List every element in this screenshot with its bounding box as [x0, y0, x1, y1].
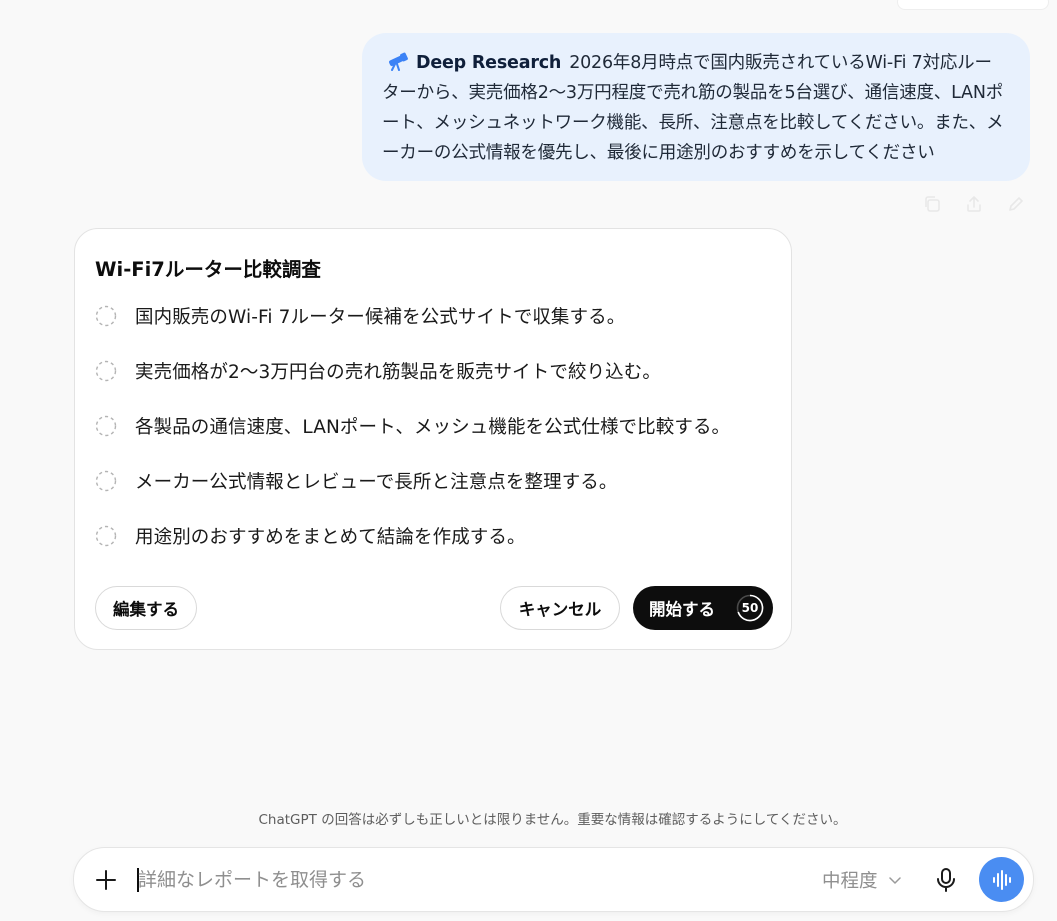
telescope-icon: [389, 52, 408, 71]
pending-circle-icon: [95, 525, 117, 546]
disclaimer-text: ChatGPT の回答は必ずしも正しいとは限りません。重要な情報は確認するように…: [258, 812, 847, 828]
plan-step: メーカー公式情報とレビューで長所と注意点を整理する。: [95, 462, 730, 517]
copy-icon: [925, 196, 940, 212]
plan-step: 各製品の通信速度、LANポート、メッシュ機能を公式仕様で比較する。: [95, 407, 730, 462]
voice-waveform-icon: [992, 869, 1011, 890]
start-button-label: 開始する: [649, 600, 715, 619]
prompt-input[interactable]: [138, 862, 738, 898]
start-research-button[interactable]: 開始する 50: [633, 586, 773, 630]
plan-step-list: 国内販売のWi-Fi 7ルーター候補を公式サイトで収集する。 実売価格が2〜3万…: [95, 297, 730, 572]
plan-step-text: 各製品の通信速度、LANポート、メッシュ機能を公式仕様で比較する。: [135, 416, 731, 438]
plan-step: 用途別のおすすめをまとめて結論を作成する。: [95, 517, 730, 572]
plan-step: 国内販売のWi-Fi 7ルーター候補を公式サイトで収集する。: [95, 297, 730, 352]
copy-button[interactable]: [920, 192, 944, 216]
research-plan-card: Wi-Fi7ルーター比較調査 国内販売のWi-Fi 7ルーター候補を公式サイトで…: [74, 228, 792, 650]
edit-icon: [1009, 197, 1023, 211]
deep-research-label: Deep Research: [416, 53, 562, 73]
plus-icon[interactable]: [92, 866, 120, 894]
share-button[interactable]: [962, 192, 986, 216]
cancel-button[interactable]: キャンセル: [500, 586, 620, 630]
pending-circle-icon: [95, 305, 117, 326]
plan-step-text: 実売価格が2〜3万円台の売れ筋製品を販売サイトで絞り込む。: [135, 361, 661, 383]
edit-button[interactable]: [1004, 192, 1028, 216]
plan-title: Wi-Fi7ルーター比較調査: [95, 258, 321, 281]
message-actions: [920, 192, 1028, 216]
pending-circle-icon: [95, 360, 117, 381]
edit-plan-button[interactable]: 編集する: [95, 586, 197, 630]
plan-step-text: 用途別のおすすめをまとめて結論を作成する。: [135, 526, 526, 548]
plan-step-text: メーカー公式情報とレビューで長所と注意点を整理する。: [135, 471, 618, 493]
chevron-down-icon: [888, 877, 901, 884]
effort-label: 中程度: [822, 871, 878, 892]
composer: 中程度: [73, 847, 1034, 912]
pending-circle-icon: [95, 415, 117, 436]
user-message-bubble: Deep Research 2026年8月時点で国内販売されているWi-Fi 7対…: [362, 33, 1030, 181]
plan-step: 実売価格が2〜3万円台の売れ筋製品を販売サイトで絞り込む。: [95, 352, 730, 407]
microphone-icon[interactable]: [932, 866, 960, 894]
pending-circle-icon: [95, 470, 117, 491]
countdown-value: 50: [741, 601, 759, 615]
effort-selector[interactable]: 中程度: [822, 866, 902, 894]
top-bar-fragment: [897, 0, 1049, 10]
share-icon: [967, 196, 981, 212]
voice-mode-button[interactable]: [979, 857, 1024, 902]
plan-step-text: 国内販売のWi-Fi 7ルーター候補を公式サイトで収集する。: [135, 306, 626, 328]
